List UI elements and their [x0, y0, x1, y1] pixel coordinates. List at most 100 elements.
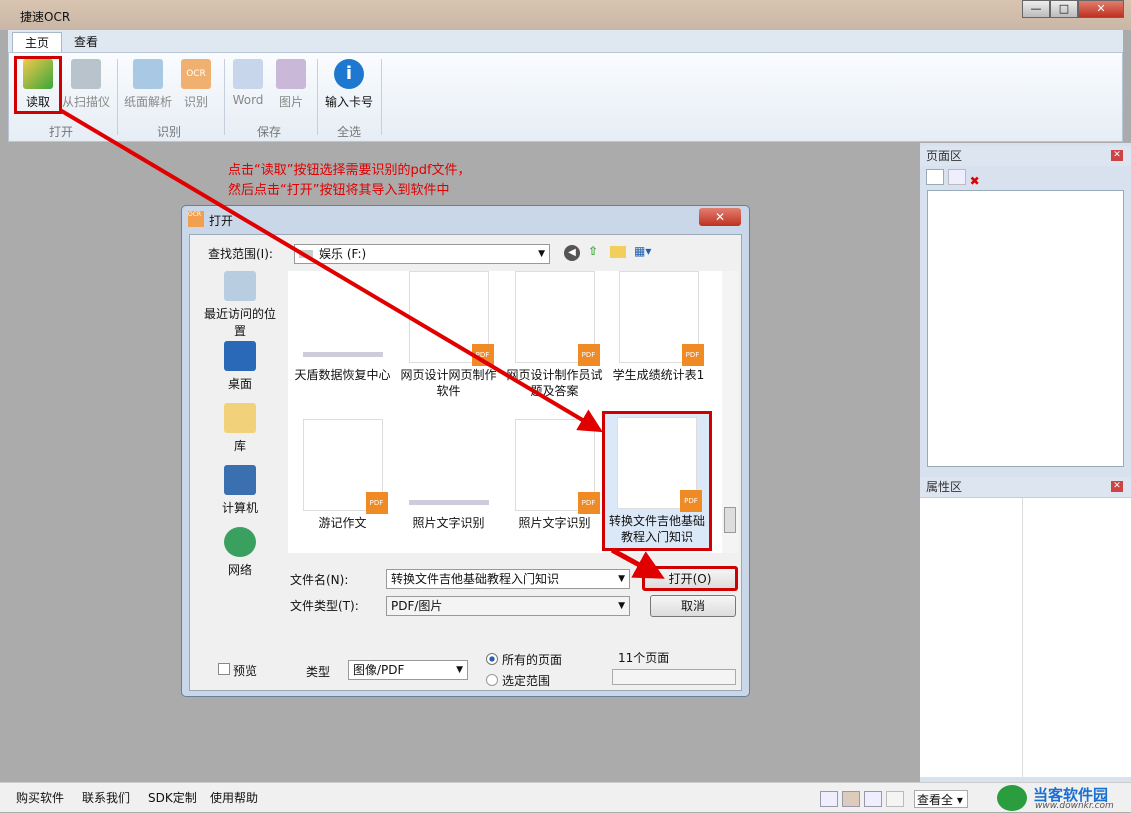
- image-view-icon[interactable]: [842, 791, 860, 807]
- file-thumbnail: [408, 419, 489, 511]
- type-value: 图像/PDF: [353, 663, 405, 677]
- file-item[interactable]: PDF 网页设计网页制作软件: [396, 271, 501, 399]
- fit-icon[interactable]: [820, 791, 838, 807]
- file-name: 游记作文: [318, 516, 367, 530]
- layout-analysis-button[interactable]: 纸面解析: [122, 59, 174, 111]
- place-network[interactable]: 网络: [200, 527, 280, 578]
- close-button[interactable]: ✕: [1078, 0, 1124, 18]
- radio-all-label: 所有的页面: [502, 653, 563, 667]
- dialog-close-button[interactable]: ✕: [699, 208, 741, 226]
- maximize-button[interactable]: □: [1050, 0, 1078, 18]
- close-icon[interactable]: ✕: [1111, 481, 1123, 492]
- dialog-title: 打开: [209, 214, 234, 228]
- layout-icon: [133, 59, 163, 89]
- pdf-icon: PDF: [681, 344, 704, 366]
- page-area-header: 页面区 ✕: [920, 146, 1131, 166]
- group-open: 打开: [49, 125, 74, 139]
- pdf-icon: PDF: [577, 344, 600, 366]
- pdf-icon: PDF: [577, 492, 600, 514]
- network-icon: [224, 527, 256, 557]
- image-label: 图片: [278, 95, 303, 109]
- filetype-select[interactable]: PDF/图片 ▼: [386, 596, 630, 616]
- text-view-icon[interactable]: [864, 791, 882, 807]
- file-item[interactable]: PDF 游记作文: [290, 419, 395, 531]
- sdk-link[interactable]: SDK定制: [148, 789, 197, 806]
- view-menu-icon[interactable]: ▦▾: [634, 244, 651, 258]
- page-list[interactable]: [927, 190, 1124, 467]
- buy-link[interactable]: 购买软件: [16, 789, 64, 806]
- watermark-logo: 当客软件园 www.downkr.com: [995, 783, 1131, 813]
- enter-card-button[interactable]: i 输入卡号: [321, 59, 377, 111]
- open-button[interactable]: 打开(O): [642, 566, 738, 591]
- filetype-value: PDF/图片: [391, 599, 443, 613]
- file-item-selected[interactable]: PDF 转换文件吉他基础教程入门知识: [602, 411, 712, 551]
- desktop-icon: [224, 341, 256, 371]
- file-item[interactable]: 照片文字识别: [396, 419, 501, 531]
- place-label: 桌面: [227, 377, 252, 391]
- type-select[interactable]: 图像/PDF ▼: [348, 660, 468, 680]
- add-page-icon[interactable]: [926, 169, 944, 185]
- radio-range[interactable]: [486, 674, 498, 686]
- file-name: 学生成绩统计表1: [612, 368, 705, 382]
- preview-checkbox[interactable]: [218, 663, 230, 675]
- up-folder-icon[interactable]: ⇧: [588, 244, 598, 258]
- minimize-button[interactable]: —: [1022, 0, 1050, 18]
- image-icon: [276, 59, 306, 89]
- open-file-dialog: OCR 打开 ✕ 查找范围(I): 娱乐 (F:) ▼ ◀ ⇧ ▦▾ 最近访问的位…: [181, 205, 750, 697]
- group-select-all: 全选: [337, 125, 362, 139]
- filename-input[interactable]: 转换文件吉他基础教程入门知识 ▼: [386, 569, 630, 589]
- tab-home[interactable]: 主页: [12, 32, 63, 52]
- place-label: 最近访问的位置: [203, 307, 276, 338]
- radio-all-pages[interactable]: [486, 653, 498, 665]
- file-list-scrollbar[interactable]: [722, 271, 738, 553]
- file-thumbnail: PDF: [617, 417, 702, 512]
- ocr-app-icon: OCR: [188, 211, 204, 227]
- save-word-button[interactable]: Word: [225, 59, 271, 111]
- place-computer[interactable]: 计算机: [200, 465, 280, 516]
- new-folder-icon[interactable]: [610, 246, 626, 258]
- word-label: Word: [232, 93, 264, 107]
- tab-view[interactable]: 查看: [62, 32, 110, 52]
- read-button[interactable]: 读取: [14, 56, 62, 114]
- file-item[interactable]: PDF 照片文字识别: [502, 419, 607, 531]
- property-grid[interactable]: [920, 497, 1131, 777]
- place-label: 计算机: [221, 501, 258, 515]
- radio-range-label: 选定范围: [502, 674, 551, 688]
- back-icon[interactable]: ◀: [564, 245, 580, 261]
- group-recognize: 识别: [157, 125, 182, 139]
- file-name: 网页设计制作员试题及答案: [506, 368, 603, 398]
- recognize-button[interactable]: OCR 识别: [173, 59, 219, 111]
- page-list-icon[interactable]: [947, 169, 966, 185]
- file-item[interactable]: PDF 学生成绩统计表1: [606, 271, 711, 383]
- contact-link[interactable]: 联系我们: [82, 789, 130, 806]
- app-title: 捷速OCR: [20, 10, 71, 24]
- recognize-label: 识别: [183, 95, 208, 109]
- file-thumbnail: PDF: [408, 271, 494, 366]
- close-icon[interactable]: ✕: [1111, 150, 1123, 161]
- scanner-button[interactable]: 从扫描仪: [61, 59, 111, 111]
- status-bar: 购买软件 联系我们 SDK定制 使用帮助 查看全 ▾ 当客软件园 www.dow…: [0, 782, 1131, 812]
- file-item[interactable]: 天盾数据恢复中心: [290, 271, 395, 383]
- place-libraries[interactable]: 库: [200, 403, 280, 454]
- save-image-button[interactable]: 图片: [268, 59, 314, 111]
- file-name: 照片文字识别: [518, 516, 591, 530]
- look-in-combo[interactable]: 娱乐 (F:) ▼: [294, 244, 550, 264]
- file-item[interactable]: PDF 网页设计制作员试题及答案: [502, 271, 607, 399]
- page-range-input[interactable]: [612, 669, 736, 685]
- help-link[interactable]: 使用帮助: [210, 789, 258, 806]
- place-recent[interactable]: 最近访问的位置: [200, 271, 280, 339]
- blank-view-icon[interactable]: [886, 791, 904, 807]
- scanner-icon: [71, 59, 101, 89]
- file-list[interactable]: 天盾数据恢复中心 PDF 网页设计网页制作软件 PDF 网页设计制作员试题及答案 P…: [288, 271, 738, 553]
- pdf-icon: PDF: [471, 344, 494, 366]
- annotation-line1: 点击“读取”按钮选择需要识别的pdf文件，: [228, 163, 471, 178]
- cancel-button[interactable]: 取消: [650, 595, 736, 617]
- place-label: 网络: [227, 563, 252, 577]
- recent-icon: [224, 271, 256, 301]
- place-desktop[interactable]: 桌面: [200, 341, 280, 392]
- delete-icon[interactable]: ✖: [970, 174, 980, 188]
- file-thumbnail: PDF: [514, 271, 600, 366]
- annotation-line2: 然后点击“打开”按钮将其导入到软件中: [228, 183, 450, 198]
- view-select[interactable]: 查看全 ▾: [914, 790, 968, 808]
- file-name: 照片文字识别: [412, 516, 485, 530]
